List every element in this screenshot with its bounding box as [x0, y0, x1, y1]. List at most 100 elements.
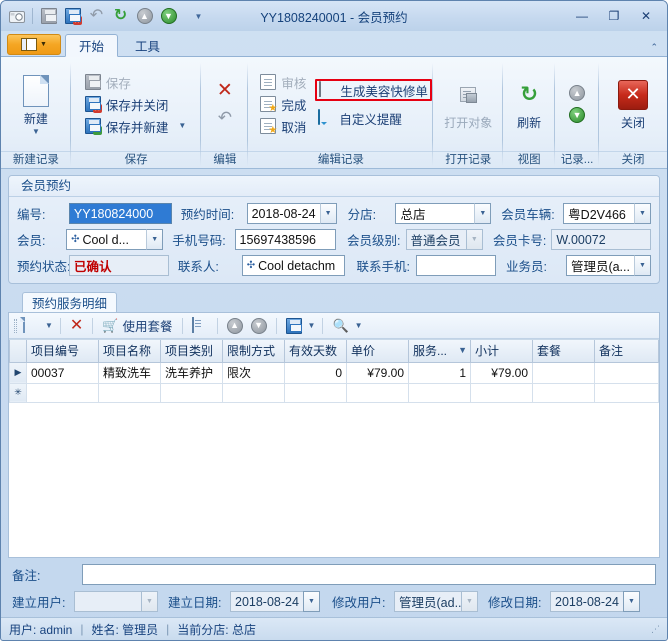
chevron-down-icon[interactable]: ▼ [355, 323, 363, 329]
col-header-category[interactable]: 项目类别 [161, 340, 223, 362]
cell-package[interactable] [533, 362, 595, 383]
salesperson-select[interactable]: 管理员(a... ▼ [566, 255, 651, 276]
complete-button[interactable]: ★ 完成 [257, 93, 309, 115]
move-up-button[interactable]: ▲ [225, 316, 245, 336]
cell-category[interactable]: 洗车养护 [161, 362, 223, 383]
chevron-down-icon[interactable]: ▼ [303, 591, 320, 612]
cell-limit-type[interactable]: 限次 [223, 362, 285, 383]
delete-row-button[interactable]: ✕ [68, 316, 85, 336]
chevron-down-icon[interactable]: ▼ [32, 129, 40, 135]
delete-button[interactable]: ✕ [213, 79, 237, 103]
col-header-valid-days[interactable]: 有效天数 [285, 340, 347, 362]
created-date-picker[interactable]: 2018-08-24 ▼ [230, 591, 320, 612]
col-header-service-count[interactable]: 服务... ▼ [409, 340, 471, 362]
service-detail-grid[interactable]: 项目编号 项目名称 项目类别 限制方式 有效天数 单价 服务... ▼ [9, 339, 659, 557]
refresh-button[interactable]: ↻ 刷新 [508, 75, 550, 134]
use-package-button[interactable]: 🛒 使用套餐 [100, 316, 174, 336]
member-vehicle-select[interactable]: 粤D2V466 ▼ [563, 203, 651, 224]
undo-icon[interactable]: ↶ [86, 6, 107, 27]
chevron-down-icon[interactable]: ▼ [320, 203, 337, 224]
prev-record-icon[interactable]: ▲ [134, 6, 155, 27]
close-window-button[interactable]: ✕ 关闭 [604, 75, 662, 134]
close-button[interactable]: ✕ [635, 7, 657, 25]
cell-name[interactable]: 精致洗车 [99, 362, 161, 383]
modified-date-picker[interactable]: 2018-08-24 ▼ [550, 591, 640, 612]
resize-grip[interactable]: ⋰ [651, 624, 659, 635]
record-prev-button[interactable]: ▲ [569, 85, 585, 101]
tab-start[interactable]: 开始 [65, 34, 118, 57]
new-cell-package[interactable] [533, 383, 595, 402]
tab-appointment-service-detail[interactable]: 预约服务明细 [22, 292, 117, 312]
qat-more-icon[interactable]: ▼ [188, 6, 209, 27]
cell-remark[interactable] [595, 362, 659, 383]
col-header-name[interactable]: 项目名称 [99, 340, 161, 362]
appt-time-picker[interactable]: 2018-08-24 ▼ [247, 203, 337, 224]
branch-select[interactable]: 总店 ▼ [395, 203, 491, 224]
chevron-down-icon[interactable]: ▼ [45, 323, 53, 329]
save-close-icon[interactable]: ✕ [62, 6, 83, 27]
cell-valid-days[interactable]: 0 [285, 362, 347, 383]
chevron-down-icon[interactable]: ▼ [146, 229, 163, 250]
new-button[interactable]: 新建 ▼ [7, 71, 65, 138]
mobile-input[interactable]: 15697438596 [235, 229, 337, 250]
col-header-limit-type[interactable]: 限制方式 [223, 340, 285, 362]
application-menu-button[interactable]: ▼ [7, 34, 61, 55]
next-record-icon[interactable]: ▼ [158, 6, 179, 27]
minimize-button[interactable]: — [571, 7, 593, 25]
new-cell-code[interactable] [27, 383, 99, 402]
save-button[interactable]: 保存 [82, 71, 189, 93]
screenshot-icon[interactable] [6, 6, 27, 27]
new-row-button[interactable] [21, 316, 41, 336]
chevron-down-icon[interactable]: ▼ [634, 203, 651, 224]
member-select[interactable]: ✣ Cool d... ▼ [66, 229, 163, 250]
cell-code[interactable]: 00037 [27, 362, 99, 383]
save-icon[interactable] [38, 6, 59, 27]
save-and-new-button[interactable]: + 保存并新建 ▼ [82, 115, 189, 137]
audit-button[interactable]: 审核 [257, 71, 309, 93]
maximize-button[interactable]: ❐ [603, 7, 625, 25]
col-header-package[interactable]: 套餐 [533, 340, 595, 362]
chevron-down-icon[interactable]: ▼ [623, 591, 640, 612]
new-cell-service-count[interactable] [409, 383, 471, 402]
cell-unit-price[interactable]: ¥79.00 [347, 362, 409, 383]
cancel-button[interactable]: ★ 取消 [257, 115, 309, 137]
redo-icon[interactable]: ↻ [110, 6, 131, 27]
code-input[interactable]: YY180824000 [69, 203, 172, 224]
contact-mobile-input[interactable] [416, 255, 496, 276]
new-cell-limit-type[interactable] [223, 383, 285, 402]
save-and-close-button[interactable]: ✕ 保存并关闭 [82, 93, 189, 115]
new-cell-subtotal[interactable] [471, 383, 533, 402]
new-cell-valid-days[interactable] [285, 383, 347, 402]
table-row[interactable]: ▶ 00037 精致洗车 洗车养护 限次 0 ¥79.00 1 ¥79.00 [10, 362, 659, 383]
new-cell-remark[interactable] [595, 383, 659, 402]
generate-beauty-order-button[interactable]: 生成美容快修单 [315, 79, 432, 101]
remark-input[interactable] [82, 564, 656, 585]
contact-input[interactable]: ✣ Cool detachm [242, 255, 346, 276]
new-cell-name[interactable] [99, 383, 161, 402]
cell-subtotal[interactable]: ¥79.00 [471, 362, 533, 383]
new-cell-category[interactable] [161, 383, 223, 402]
tab-tools[interactable]: 工具 [122, 34, 173, 56]
record-next-button[interactable]: ▼ [569, 107, 585, 123]
collapse-ribbon-icon[interactable]: ⌃ [650, 42, 667, 56]
chevron-down-icon[interactable]: ▼ [634, 255, 651, 276]
move-down-button[interactable]: ▼ [249, 316, 269, 336]
col-header-remark[interactable]: 备注 [595, 340, 659, 362]
toolbar-grip[interactable] [14, 319, 17, 333]
new-row[interactable]: ✳ [10, 383, 659, 402]
open-object-button[interactable]: 打开对象 [439, 75, 497, 134]
new-cell-unit-price[interactable] [347, 383, 409, 402]
chevron-down-icon[interactable]: ▼ [308, 323, 316, 329]
col-header-unit-price[interactable]: 单价 [347, 340, 409, 362]
col-header-code[interactable]: 项目编号 [27, 340, 99, 362]
grid-settings-button[interactable] [190, 316, 210, 336]
filter-icon[interactable]: ▼ [458, 345, 467, 355]
export-button[interactable] [284, 316, 304, 336]
undo-button[interactable]: ↶ [213, 107, 237, 129]
cell-service-count[interactable]: 1 [409, 362, 471, 383]
custom-reminder-button[interactable]: 自定义提醒 [315, 107, 432, 129]
chevron-down-icon[interactable]: ▼ [474, 203, 491, 224]
chevron-down-icon[interactable]: ▼ [178, 123, 186, 129]
col-header-subtotal[interactable]: 小计 [471, 340, 533, 362]
find-button[interactable]: 🔍 [330, 316, 350, 336]
